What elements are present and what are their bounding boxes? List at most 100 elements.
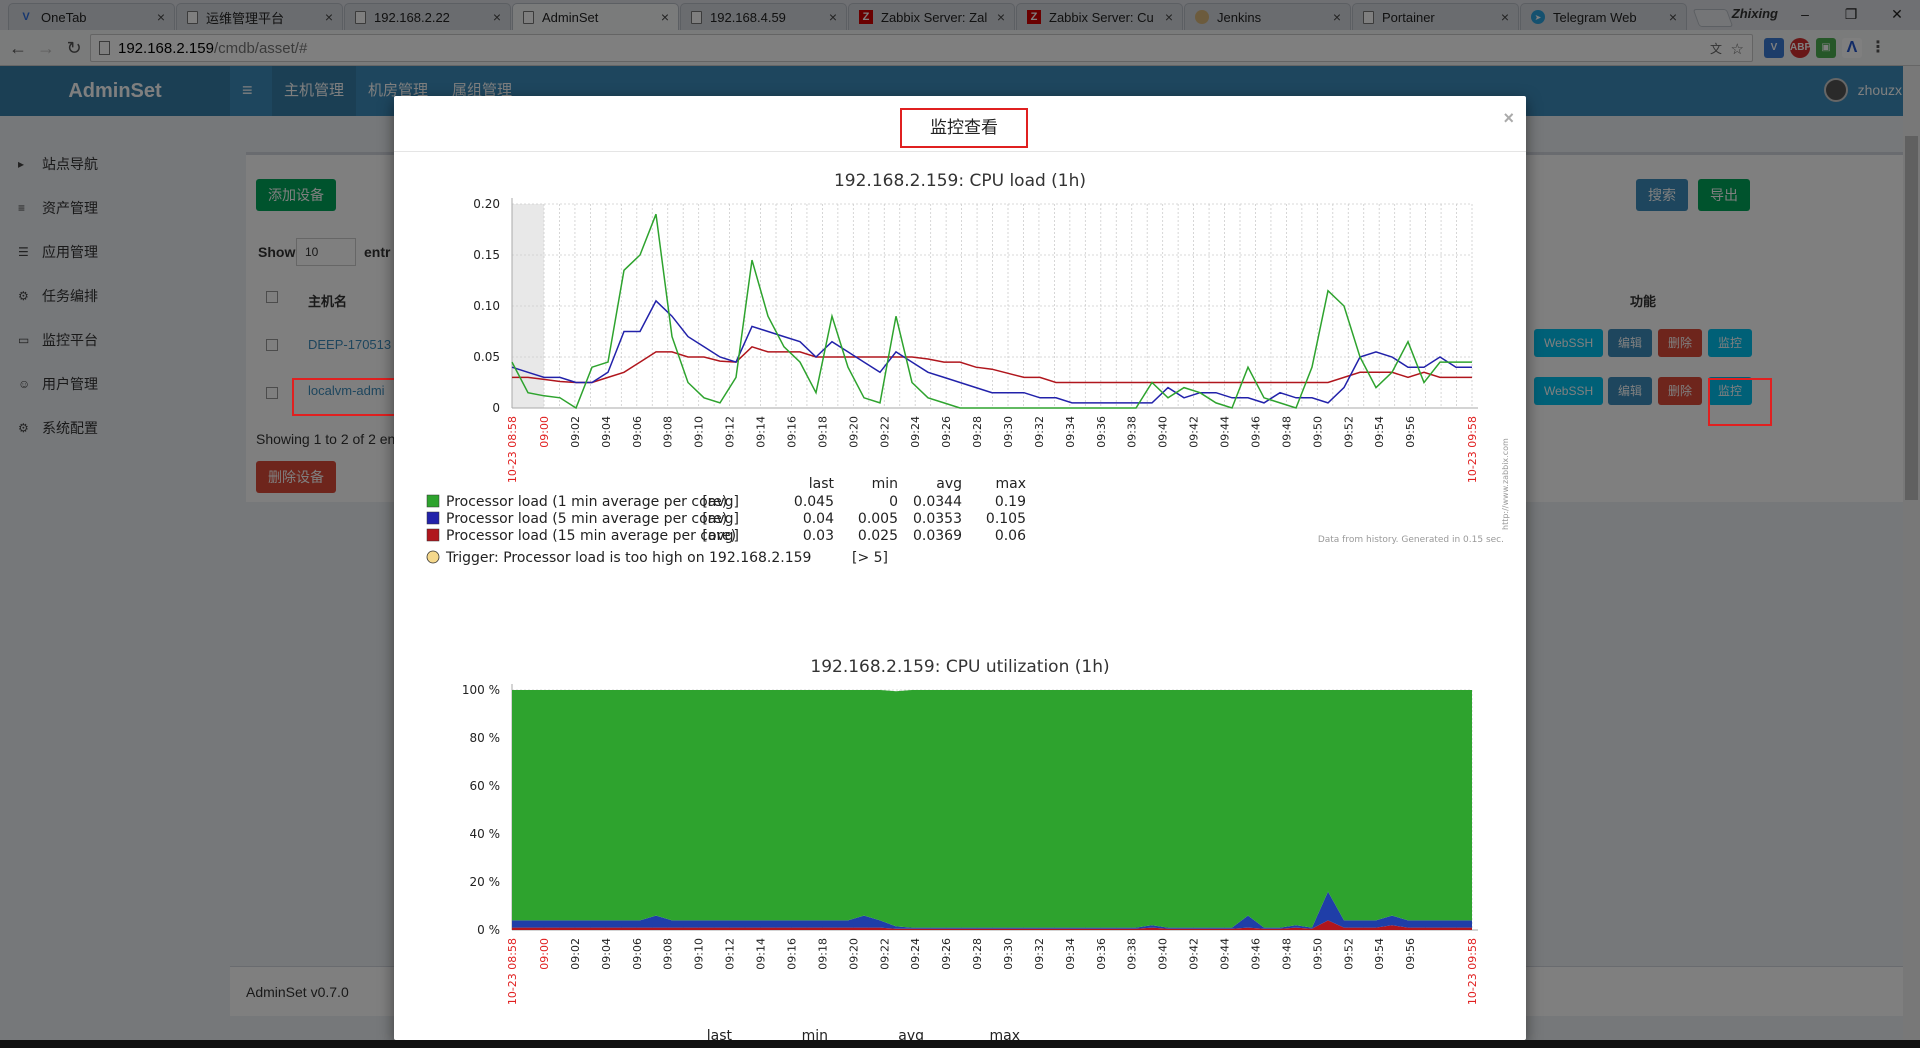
x-tick-label: 09:22: [878, 416, 891, 448]
x-tick-label: 09:20: [847, 416, 860, 448]
x-tick-label: 09:00: [538, 416, 551, 448]
legend-min-value: 0.005: [858, 511, 898, 527]
y-tick-label: 20 %: [470, 875, 501, 889]
x-tick-label: 09:36: [1095, 416, 1108, 448]
modal-title: 监控查看: [900, 108, 1028, 148]
close-icon[interactable]: ×: [1503, 108, 1514, 129]
x-tick-label: 09:30: [1002, 938, 1015, 970]
x-tick-label: 09:16: [785, 938, 798, 970]
x-tick-label: 09:02: [569, 416, 582, 448]
x-tick-label: 09:04: [600, 416, 613, 448]
x-tick-label: 09:42: [1188, 416, 1201, 448]
x-tick-label: 09:18: [816, 938, 829, 970]
x-tick-label: 09:48: [1280, 416, 1293, 448]
legend-avg-value: 0.0344: [913, 494, 962, 510]
x-tick-label: 09:50: [1311, 938, 1324, 970]
x-tick-label: 09:06: [631, 416, 644, 448]
legend-header-last: last: [809, 476, 835, 492]
x-tick-label: 09:34: [1064, 938, 1077, 970]
legend-header-max: max: [995, 476, 1026, 492]
x-tick-label: 09:28: [971, 416, 984, 448]
x-tick-label: 09:52: [1342, 938, 1355, 970]
legend-swatch: [426, 528, 440, 542]
x-tick-label: 09:38: [1126, 938, 1139, 970]
legend-min-value: 0.025: [858, 528, 898, 544]
x-end-label: 10-23 09:58: [1466, 938, 1479, 1005]
legend-swatch: [426, 511, 440, 525]
legend-header-last: last: [707, 1028, 733, 1040]
x-tick-label: 09:50: [1311, 416, 1324, 448]
x-tick-label: 09:56: [1404, 938, 1417, 970]
x-tick-label: 09:30: [1002, 416, 1015, 448]
legend-series-name: Processor load (5 min average per core): [446, 511, 727, 527]
x-tick-label: 09:56: [1404, 416, 1417, 448]
legend-header-avg: avg: [898, 1028, 924, 1040]
legend-func: [avg]: [702, 494, 739, 510]
x-start-label: 10-23 08:58: [506, 938, 519, 1005]
x-tick-label: 09:20: [847, 938, 860, 970]
x-tick-label: 09:14: [755, 416, 768, 448]
x-tick-label: 09:16: [785, 416, 798, 448]
taskbar: [0, 1040, 1920, 1048]
x-tick-label: 09:32: [1033, 416, 1046, 448]
highlight-monitor-button: [1708, 378, 1772, 426]
x-tick-label: 09:38: [1126, 416, 1139, 448]
x-tick-label: 09:18: [816, 416, 829, 448]
x-tick-label: 09:54: [1373, 416, 1386, 448]
legend-header-min: min: [802, 1028, 828, 1040]
legend-header-max: max: [989, 1028, 1020, 1040]
y-tick-label: 40 %: [470, 827, 501, 841]
x-tick-label: 09:48: [1280, 938, 1293, 970]
trigger-icon: [426, 550, 440, 564]
x-tick-label: 09:22: [878, 938, 891, 970]
y-tick-label: 0 %: [477, 923, 500, 937]
legend-last-value: 0.04: [803, 511, 834, 527]
legend-max-value: 0.06: [995, 528, 1026, 544]
y-tick-label: 0.10: [473, 299, 500, 313]
chart-title: 192.168.2.159: CPU utilization (1h): [810, 657, 1109, 677]
y-tick-label: 60 %: [470, 779, 501, 793]
chart-title: 192.168.2.159: CPU load (1h): [834, 171, 1086, 191]
legend-func: [avg]: [702, 528, 739, 544]
y-tick-label: 80 %: [470, 731, 501, 745]
x-tick-label: 09:40: [1157, 416, 1170, 448]
x-tick-label: 09:44: [1219, 416, 1232, 448]
x-tick-label: 09:46: [1249, 416, 1262, 448]
legend-max-value: 0.105: [986, 511, 1026, 527]
x-tick-label: 09:14: [755, 938, 768, 970]
legend-min-value: 0: [889, 494, 898, 510]
zabbix-graphs: 192.168.2.159: CPU load (1h) 0.20 0.15 0.10…: [426, 171, 1510, 1040]
legend-avg-value: 0.0369: [913, 528, 962, 544]
x-tick-label: 09:42: [1188, 938, 1201, 970]
x-tick-label: 09:12: [724, 416, 737, 448]
legend-last-value: 0.045: [794, 494, 834, 510]
y-tick-label: 100 %: [462, 683, 500, 697]
x-tick-label: 09:24: [909, 938, 922, 970]
trigger-threshold: [> 5]: [852, 550, 888, 566]
x-tick-label: 09:08: [662, 938, 675, 970]
x-tick-label: 09:24: [909, 416, 922, 448]
monitor-modal: 监控查看 × 192.168.2.159: CPU load (1h) 0.20 0…: [394, 96, 1526, 1040]
x-tick-label: 09:10: [693, 938, 706, 970]
watermark: http://www.zabbix.com: [1501, 438, 1510, 530]
x-tick-label: 09:28: [971, 938, 984, 970]
x-tick-label: 09:54: [1373, 938, 1386, 970]
legend-swatch: [426, 494, 440, 508]
x-tick-label: 09:32: [1033, 938, 1046, 970]
x-tick-label: 09:34: [1064, 416, 1077, 448]
y-tick-label: 0.15: [473, 248, 500, 262]
x-tick-label: 09:06: [631, 938, 644, 970]
x-tick-label: 09:12: [724, 938, 737, 970]
generated-footnote: Data from history. Generated in 0.15 sec…: [1318, 535, 1504, 545]
legend-header-avg: avg: [936, 476, 962, 492]
legend-max-value: 0.19: [995, 494, 1026, 510]
x-tick-label: 09:52: [1342, 416, 1355, 448]
y-tick-label: 0.05: [473, 350, 500, 364]
x-tick-label: 09:44: [1219, 938, 1232, 970]
x-start-label: 10-23 08:58: [506, 416, 519, 483]
y-tick-label: 0.20: [473, 197, 500, 211]
x-tick-label: 09:04: [600, 938, 613, 970]
x-tick-label: 09:46: [1249, 938, 1262, 970]
highlight-hostname: [292, 378, 408, 416]
x-tick-label: 09:08: [662, 416, 675, 448]
